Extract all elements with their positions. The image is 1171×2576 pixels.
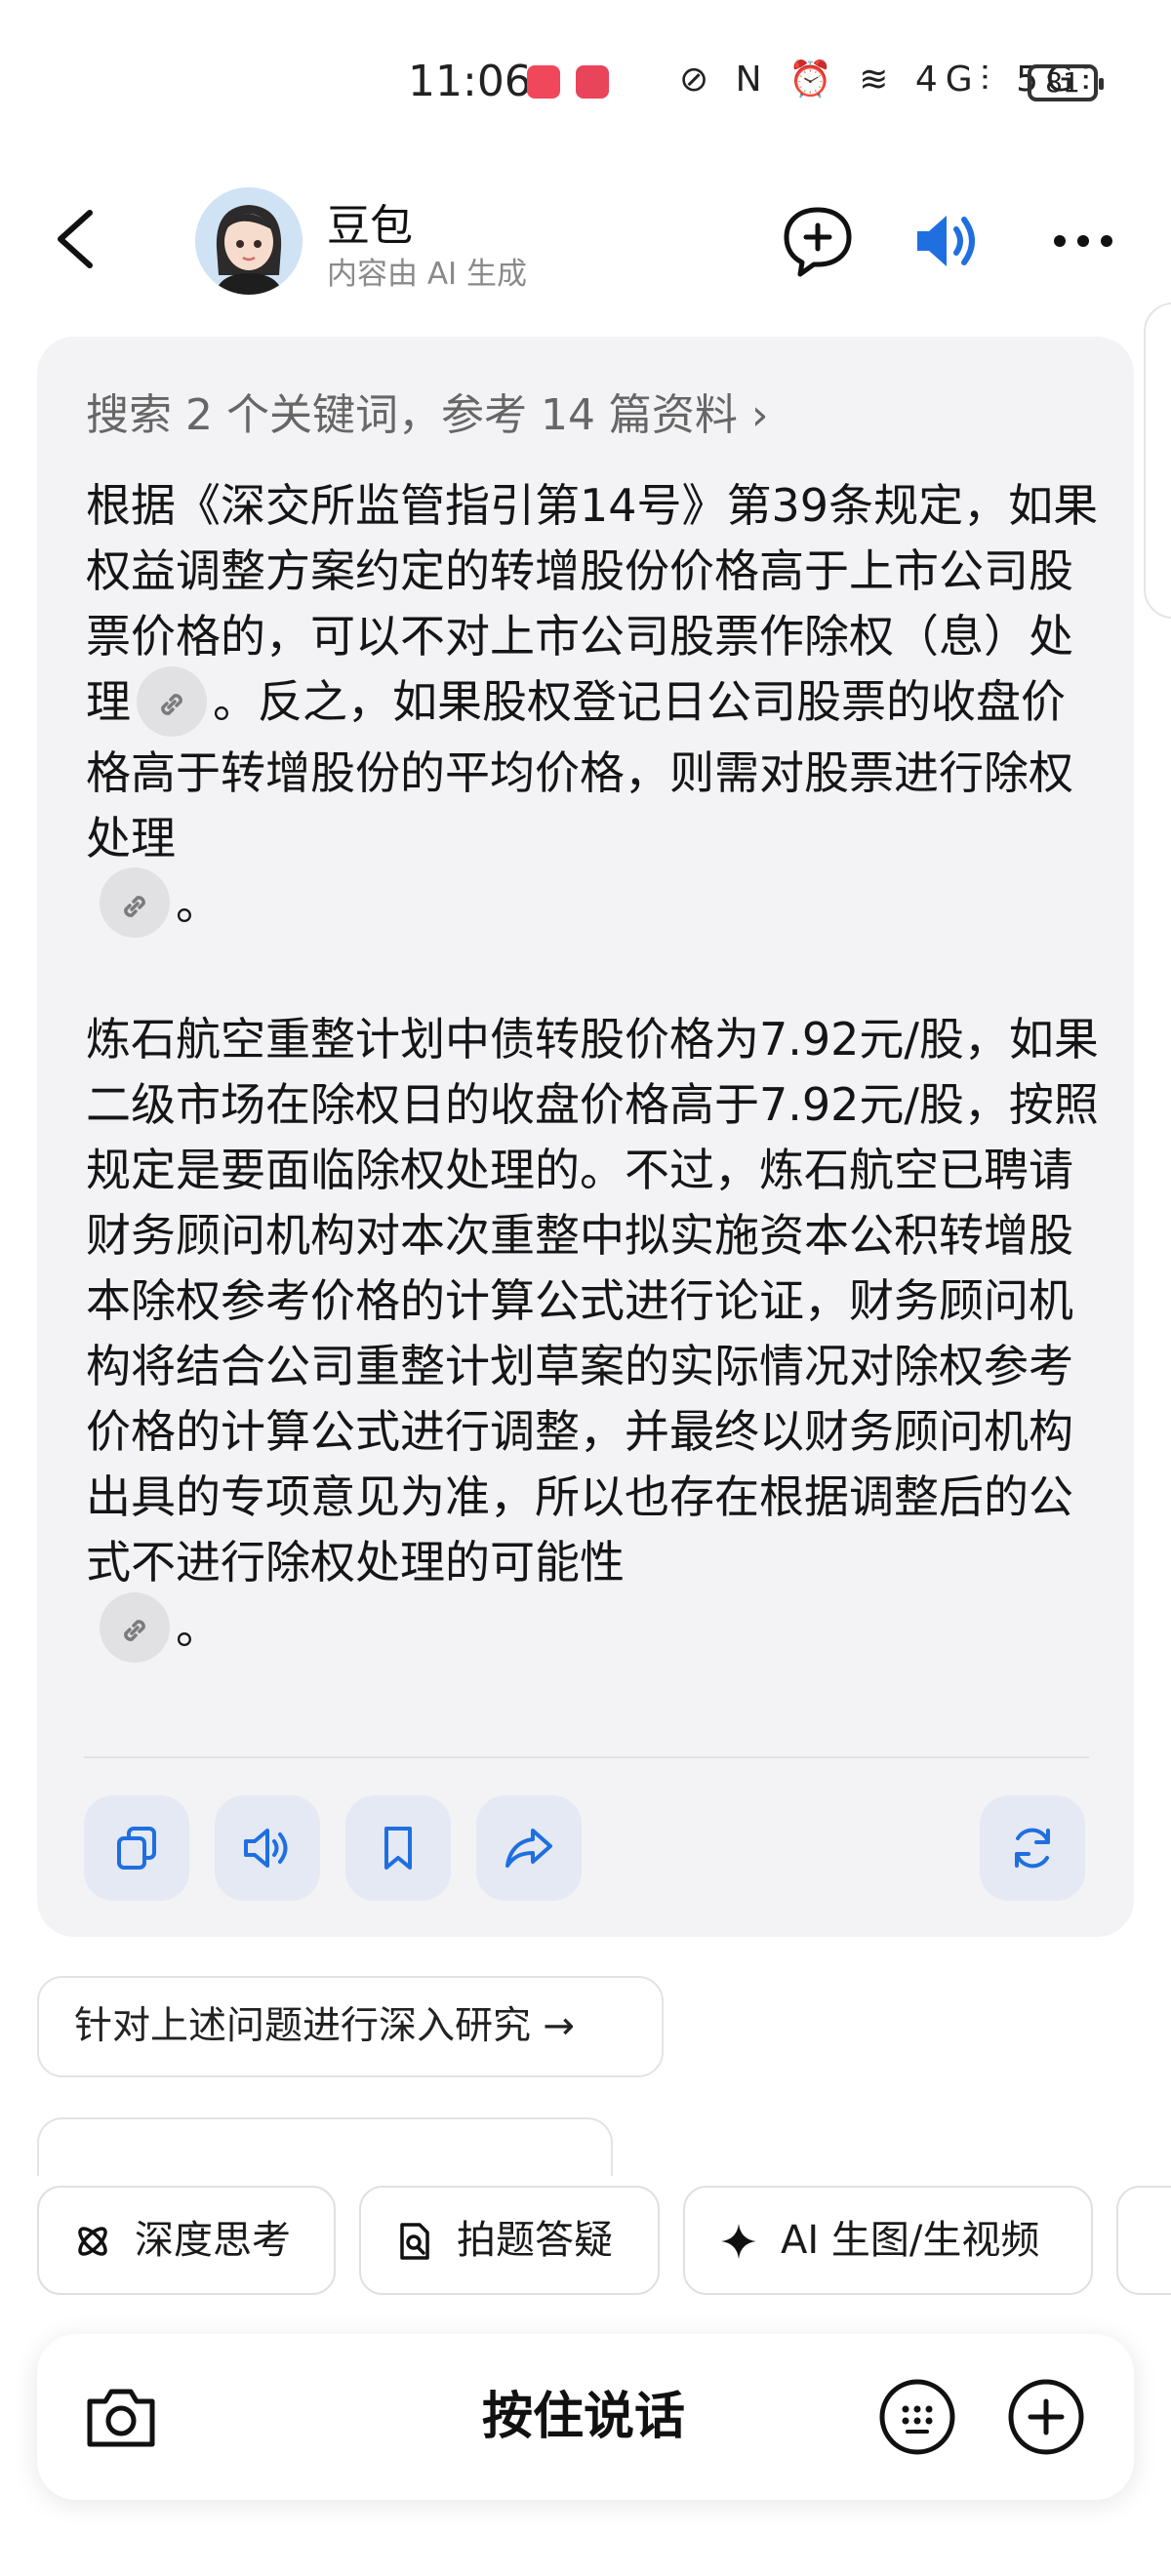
back-button[interactable] (49, 205, 107, 273)
follow-up-suggestion-partial[interactable] (37, 2117, 613, 2176)
ai-generated-note: 内容由 AI 生成 (327, 257, 528, 292)
side-panel-tab[interactable] (1144, 302, 1171, 619)
regenerate-button[interactable] (980, 1795, 1085, 1901)
answer-text-segment: 。 (176, 876, 221, 930)
answer-text-segment: 炼石航空重整计划中债转股价格为7.92元/股，如果二级市场在除权日的收盘价格高于… (86, 1013, 1099, 1589)
share-icon (505, 1829, 552, 1868)
link-icon (124, 1620, 145, 1641)
chip-deep-think[interactable]: 深度思考 (37, 2186, 336, 2295)
answer-paragraph: 根据《深交所监管指引第14号》第39条规定，如果权益调整方案约定的转增股份价格高… (86, 473, 1101, 942)
answer-paragraph: 炼石航空重整计划中债转股价格为7.92元/股，如果二级市场在除权日的收盘价格高于… (86, 1007, 1101, 1667)
speaker-icon (917, 216, 975, 266)
keyboard-circle-icon (879, 2379, 955, 2455)
deep-think-icon (78, 2227, 107, 2256)
camera-button[interactable] (78, 2374, 164, 2460)
chip-label: AI 生图/生视频 (781, 2218, 1040, 2263)
share-button[interactable] (476, 1795, 582, 1901)
photo-question-icon (400, 2223, 429, 2260)
huawei-app-icon (576, 65, 609, 99)
hold-to-talk-button[interactable]: 按住说话 (359, 2334, 808, 2500)
more-options-button[interactable] (1044, 202, 1122, 280)
sparkle-icon (721, 2224, 756, 2259)
chat-plus-icon (784, 207, 852, 277)
bot-name: 豆包 (327, 201, 413, 251)
chip-more-partial[interactable] (1116, 2186, 1171, 2295)
avatar[interactable] (195, 187, 303, 295)
refresh-icon (1015, 1828, 1050, 1869)
search-references-link[interactable]: 搜索 2 个关键词，参考 14 篇资料 › (86, 380, 769, 442)
answer-text-segment: 。反之，如果股权登记日公司股票的收盘价格高于转增股份的平均价格，则需对股票进行除… (86, 675, 1073, 865)
add-attachment-button[interactable] (1003, 2374, 1089, 2460)
bookmark-icon (384, 1827, 412, 1870)
link-icon (161, 694, 182, 715)
card-divider (84, 1756, 1089, 1758)
answer-card: 搜索 2 个关键词，参考 14 篇资料 › 根据《深交所监管指引第14号》第39… (37, 337, 1134, 1937)
link-icon (124, 895, 145, 917)
status-time: 11:06 (408, 57, 532, 106)
notification-app-icon (527, 65, 560, 99)
chip-photo-question[interactable]: 拍题答疑 (359, 2186, 660, 2295)
plus-circle-icon (1008, 2379, 1084, 2455)
more-icon (1054, 235, 1112, 247)
answer-text-segment: 。 (176, 1601, 221, 1654)
chip-label: 深度思考 (135, 2218, 291, 2263)
answer-text: 根据《深交所监管指引第14号》第39条规定，如果权益调整方案约定的转增股份价格高… (86, 473, 1101, 1667)
reference-link-chip[interactable] (100, 867, 170, 938)
copy-icon (117, 1827, 156, 1870)
input-bar: 按住说话 (37, 2334, 1134, 2500)
status-bar: 11:06 ⊘ N ⏰ ≋ 4G⫶ 5G⫶ 81 (0, 0, 1171, 166)
new-chat-button[interactable] (779, 202, 857, 280)
speaker-outline-icon (244, 1829, 288, 1868)
bookmark-button[interactable] (345, 1795, 451, 1901)
reference-link-chip[interactable] (100, 1591, 170, 1663)
chip-ai-image-video[interactable]: AI 生图/生视频 (683, 2186, 1093, 2295)
chevron-left-icon (58, 210, 93, 268)
read-aloud-button[interactable] (215, 1795, 320, 1901)
follow-up-suggestion[interactable]: 针对上述问题进行深入研究 → (37, 1976, 664, 2077)
reference-link-chip[interactable] (137, 665, 207, 737)
voice-playback-button[interactable] (909, 202, 988, 280)
emoji-keyboard-button[interactable] (874, 2374, 960, 2460)
copy-button[interactable] (84, 1795, 189, 1901)
chip-label: 拍题答疑 (457, 2218, 613, 2263)
camera-icon (87, 2389, 155, 2447)
battery-icon: 81 (1028, 64, 1104, 101)
